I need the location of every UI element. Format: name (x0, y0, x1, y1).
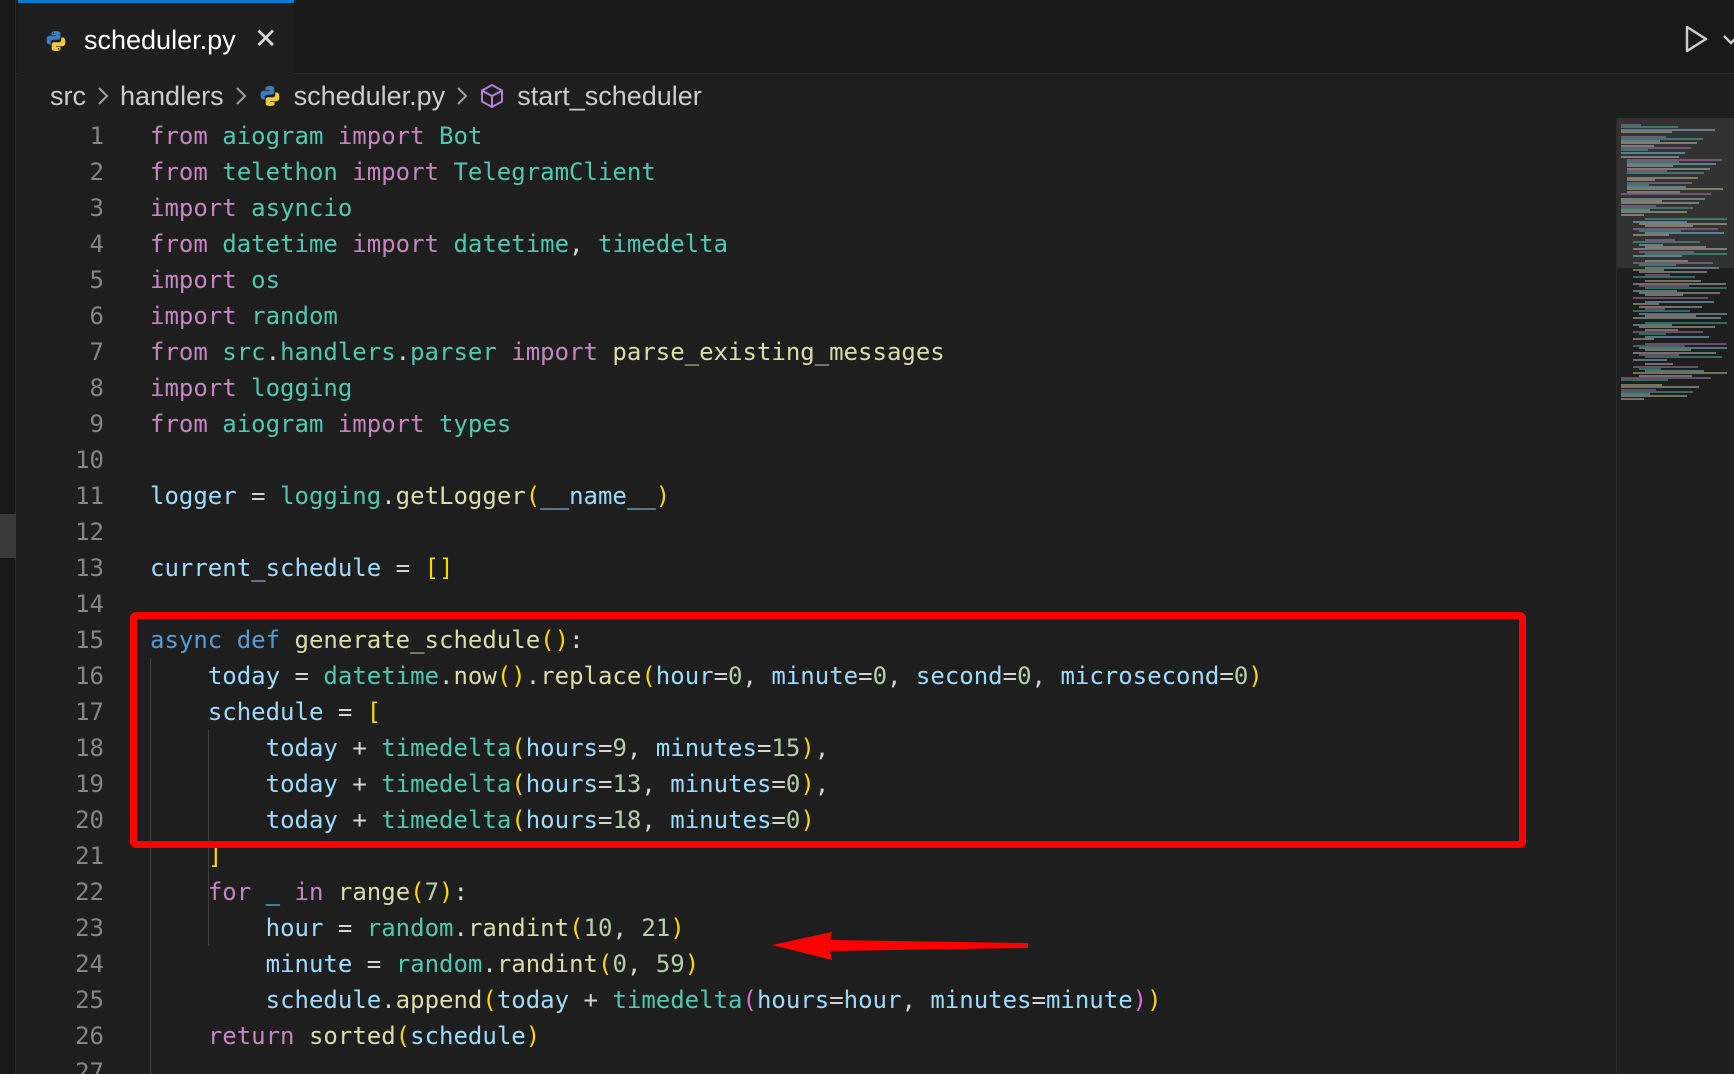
breadcrumb-item-src[interactable]: src (50, 81, 86, 112)
minimap-line (1621, 151, 1685, 154)
activity-indicator (0, 514, 16, 558)
red-highlight-box (130, 612, 1526, 848)
code-line: current_schedule = [] (150, 554, 454, 582)
line-number: 3 (89, 194, 104, 222)
minimap-line (1633, 234, 1669, 237)
symbol-method-icon (479, 83, 505, 109)
minimap-line (1621, 193, 1711, 195)
activity-bar-edge (0, 0, 16, 1074)
line-number: 25 (75, 986, 104, 1014)
minimap-line (1645, 335, 1709, 338)
line-number: 11 (75, 482, 104, 510)
chevron-right-icon (234, 85, 248, 107)
line-number: 8 (89, 374, 104, 402)
breadcrumb: src handlers scheduler.py start_schedule… (50, 78, 702, 114)
breadcrumb-item-file[interactable]: scheduler.py (294, 81, 446, 112)
line-number: 21 (75, 842, 104, 870)
line-number: 27 (75, 1058, 104, 1074)
line-number: 13 (75, 554, 104, 582)
minimap-line (1633, 337, 1654, 340)
code-line: from aiogram import Bot (150, 122, 483, 150)
code-line: from src.handlers.parser import parse_ex… (150, 338, 945, 366)
minimap-line (1633, 317, 1721, 320)
tab-label: scheduler.py (84, 25, 236, 55)
line-number: 19 (75, 770, 104, 798)
minimap-line (1621, 397, 1644, 400)
minimap-line (1627, 172, 1704, 175)
minimap-line (1621, 130, 1672, 133)
tab-bar: scheduler.py ✕ (16, 0, 1734, 74)
line-number: 17 (75, 698, 104, 726)
line-number: 18 (75, 734, 104, 762)
python-icon (46, 31, 66, 51)
line-number: 10 (75, 446, 104, 474)
line-number: 16 (75, 662, 104, 690)
code-line: schedule.append(today + timedelta(hours=… (265, 986, 1162, 1014)
line-number: 20 (75, 806, 104, 834)
code-line: for _ in range(7): (207, 878, 468, 906)
code-line: return sorted(schedule) (207, 1022, 541, 1050)
red-arrow-icon (772, 932, 1028, 960)
minimap[interactable] (1616, 118, 1734, 1074)
line-number: 5 (89, 266, 104, 294)
code-line: logger = logging.getLogger(__name__) (150, 482, 671, 510)
code-line: from datetime import datetime, timedelta (150, 230, 728, 258)
minimap-line (1621, 379, 1668, 382)
close-icon[interactable]: ✕ (254, 25, 277, 53)
code-line: import logging (150, 374, 353, 402)
line-number: 4 (89, 230, 104, 258)
line-number: 7 (89, 338, 104, 366)
line-number-gutter: 1 2 3 4 5 6 7 8 9 10 11 12 13 14 15 16 1… (16, 118, 106, 1074)
chevron-right-icon (455, 85, 469, 107)
code-line: from telethon import TelegramClient (150, 158, 656, 186)
line-number: 15 (75, 626, 104, 654)
minimap-line (1633, 255, 1682, 258)
line-number: 12 (75, 518, 104, 546)
minimap-line (1621, 213, 1644, 216)
tab-scheduler-py[interactable]: scheduler.py ✕ (18, 0, 294, 74)
line-number: 23 (75, 914, 104, 942)
code-line: import os (150, 266, 281, 294)
python-icon (258, 84, 282, 108)
line-number: 6 (89, 302, 104, 330)
code-line: from aiogram import types (150, 410, 512, 438)
line-number: 24 (75, 950, 104, 978)
minimap-line (1633, 275, 1695, 278)
chevron-down-icon[interactable] (1718, 24, 1734, 54)
line-number: 14 (75, 590, 104, 618)
code-line: import asyncio (150, 194, 353, 222)
line-number: 2 (89, 158, 104, 186)
minimap-line (1633, 358, 1667, 361)
code-line: import random (150, 302, 338, 330)
breadcrumb-item-symbol[interactable]: start_scheduler (517, 81, 702, 112)
line-number: 22 (75, 878, 104, 906)
line-number: 1 (89, 122, 104, 150)
chevron-right-icon (96, 85, 110, 107)
line-number: 26 (75, 1022, 104, 1050)
line-number: 9 (89, 410, 104, 438)
breadcrumb-item-handlers[interactable]: handlers (120, 81, 224, 112)
run-icon[interactable] (1678, 22, 1712, 56)
minimap-line (1633, 296, 1708, 299)
